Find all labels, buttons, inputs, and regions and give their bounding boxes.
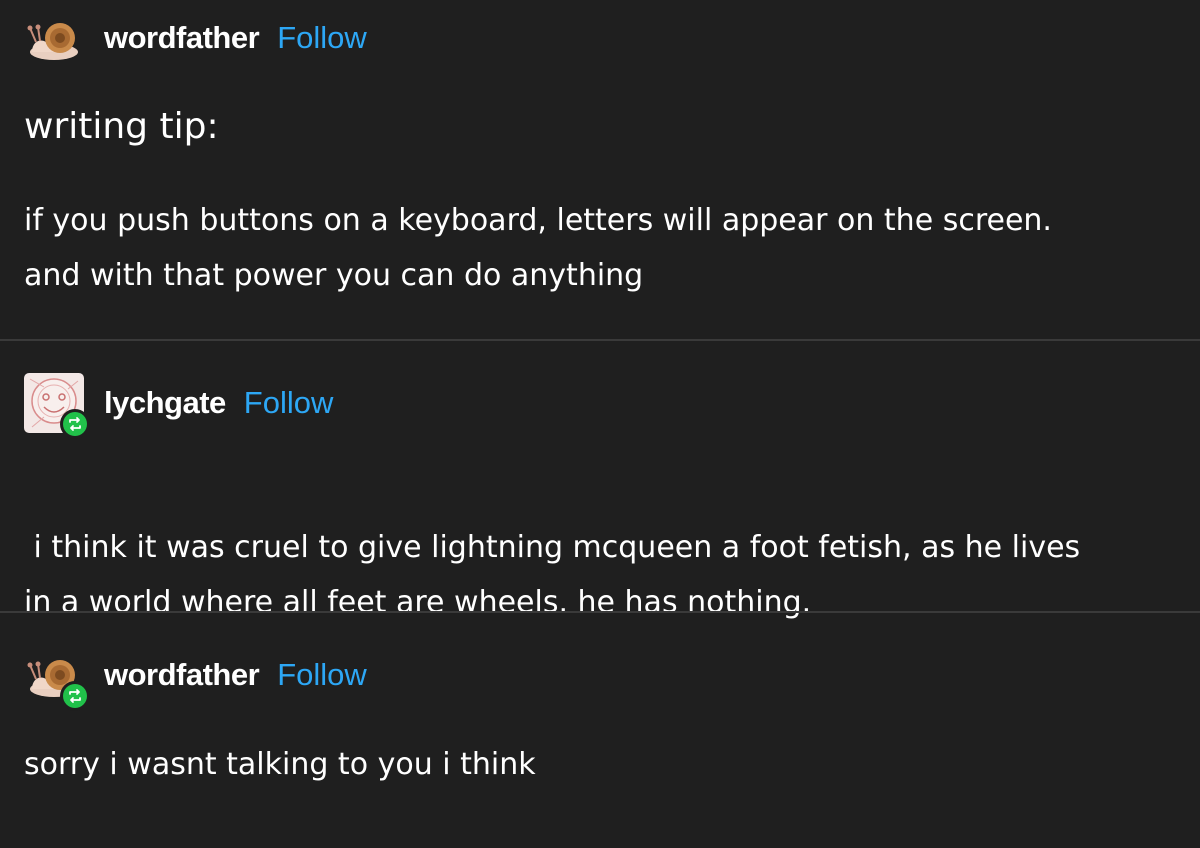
username[interactable]: lychgate [104,385,226,421]
follow-button[interactable]: Follow [277,20,367,56]
reblog-icon [69,689,81,703]
avatar[interactable] [24,373,90,439]
follow-button[interactable]: Follow [277,657,367,693]
post-body: i think it was cruel to give lightning m… [24,465,1184,630]
post-reblog-2: wordfather Follow sorry i wasnt talking … [0,613,1200,848]
post-body: if you push buttons on a keyboard, lette… [24,193,1184,303]
username[interactable]: wordfather [104,657,260,693]
post-original: wordfather Follow writing tip: if you pu… [0,0,1200,339]
post-header: wordfather Follow [24,6,367,70]
avatar[interactable] [24,8,84,68]
post-body: sorry i wasnt talking to you i think [24,737,1184,792]
username[interactable]: wordfather [104,20,260,56]
snail-icon [27,23,78,60]
post-header: lychgate Follow [24,371,334,439]
reblog-badge [60,681,90,711]
reblog-icon [69,417,81,431]
post-header: wordfather Follow [24,643,367,711]
follow-button[interactable]: Follow [244,385,334,421]
body-line: and with that power you can do anything [24,258,644,293]
avatar[interactable] [24,645,90,711]
post-heading: writing tip: [24,106,219,147]
post-reblog-1: lychgate Follow i think it was cruel to … [0,341,1200,620]
body-line: sorry i wasnt talking to you i think [24,747,536,782]
body-line: if you push buttons on a keyboard, lette… [24,203,1052,238]
reblog-badge [60,409,90,439]
body-line: i think it was cruel to give lightning m… [24,530,1081,565]
reblog-thread: wordfather Follow writing tip: if you pu… [0,0,1200,848]
